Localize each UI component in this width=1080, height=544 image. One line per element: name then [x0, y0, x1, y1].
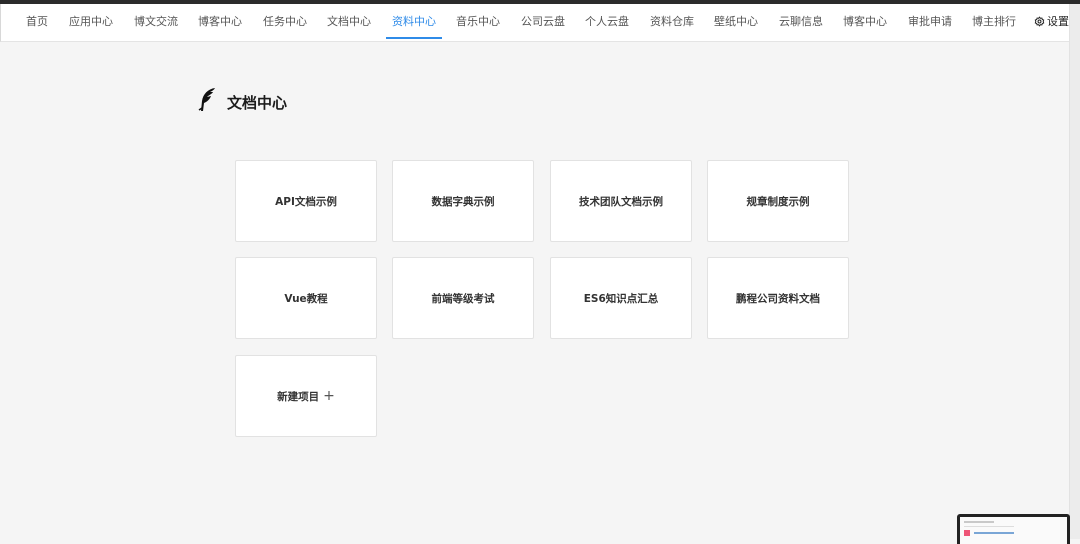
thumbnail-preview: [960, 517, 1067, 544]
doc-card-label: ES6知识点汇总: [583, 292, 659, 305]
doc-card-es6-summary[interactable]: ES6知识点汇总: [550, 257, 692, 339]
new-project-label: 新建项目: [277, 390, 320, 403]
nav-item-blog-center-2[interactable]: 博客中心: [843, 4, 887, 42]
nav-item-wallpaper-center[interactable]: 壁纸中心: [714, 4, 758, 42]
nav-item-blogger-rank[interactable]: 博主排行: [972, 4, 1016, 42]
nav-item-task-center[interactable]: 任务中心: [263, 4, 307, 42]
nav-item-approval[interactable]: 审批申请: [908, 4, 952, 42]
doc-card-regulations[interactable]: 规章制度示例: [707, 160, 849, 242]
doc-card-frontend-exam[interactable]: 前端等级考试: [392, 257, 534, 339]
doc-card-tech-team[interactable]: 技术团队文档示例: [550, 160, 692, 242]
nav-item-resource-repo[interactable]: 资料仓库: [650, 4, 694, 42]
nav-item-doc-center[interactable]: 文档中心: [327, 4, 371, 42]
nav-item-home[interactable]: 首页: [26, 4, 48, 42]
settings-label: 设置: [1047, 15, 1069, 28]
new-project-button[interactable]: 新建项目 +: [235, 355, 377, 437]
doc-card-vue-tutorial[interactable]: Vue教程: [235, 257, 377, 339]
doc-card-label: 数据字典示例: [431, 195, 495, 208]
doc-card-label: Vue教程: [284, 292, 328, 305]
doc-card-label: 前端等级考试: [431, 292, 495, 305]
doc-card-label: API文档示例: [275, 195, 337, 208]
doc-card-label: 规章制度示例: [746, 195, 810, 208]
scrollbar[interactable]: [1069, 4, 1080, 539]
doc-card-api[interactable]: API文档示例: [235, 160, 377, 242]
top-nav: 首页 应用中心 博文交流 博客中心 任务中心 文档中心 资料中心 音乐中心 公司…: [0, 4, 1070, 42]
nav-item-app-center[interactable]: 应用中心: [69, 4, 113, 42]
feather-icon: [198, 88, 215, 111]
settings-button[interactable]: 设置: [1034, 4, 1069, 42]
nav-item-blog-center[interactable]: 博客中心: [198, 4, 242, 42]
doc-card-company-docs[interactable]: 鹏程公司资料文档: [707, 257, 849, 339]
gear-icon: [1034, 16, 1045, 27]
nav-item-cloud-chat[interactable]: 云聊信息: [779, 4, 823, 42]
nav-item-personal-cloud[interactable]: 个人云盘: [585, 4, 629, 42]
window-thumbnail[interactable]: [957, 514, 1070, 544]
nav-item-company-cloud[interactable]: 公司云盘: [521, 4, 565, 42]
plus-icon: +: [323, 388, 335, 404]
doc-card-label: 技术团队文档示例: [579, 195, 663, 208]
doc-card-data-dictionary[interactable]: 数据字典示例: [392, 160, 534, 242]
nav-item-post-exchange[interactable]: 博文交流: [134, 4, 178, 42]
nav-item-resource-center[interactable]: 资料中心: [386, 4, 442, 42]
doc-card-label: 鹏程公司资料文档: [736, 292, 820, 305]
nav-item-music-center[interactable]: 音乐中心: [456, 4, 500, 42]
page-title: 文档中心: [227, 94, 288, 112]
